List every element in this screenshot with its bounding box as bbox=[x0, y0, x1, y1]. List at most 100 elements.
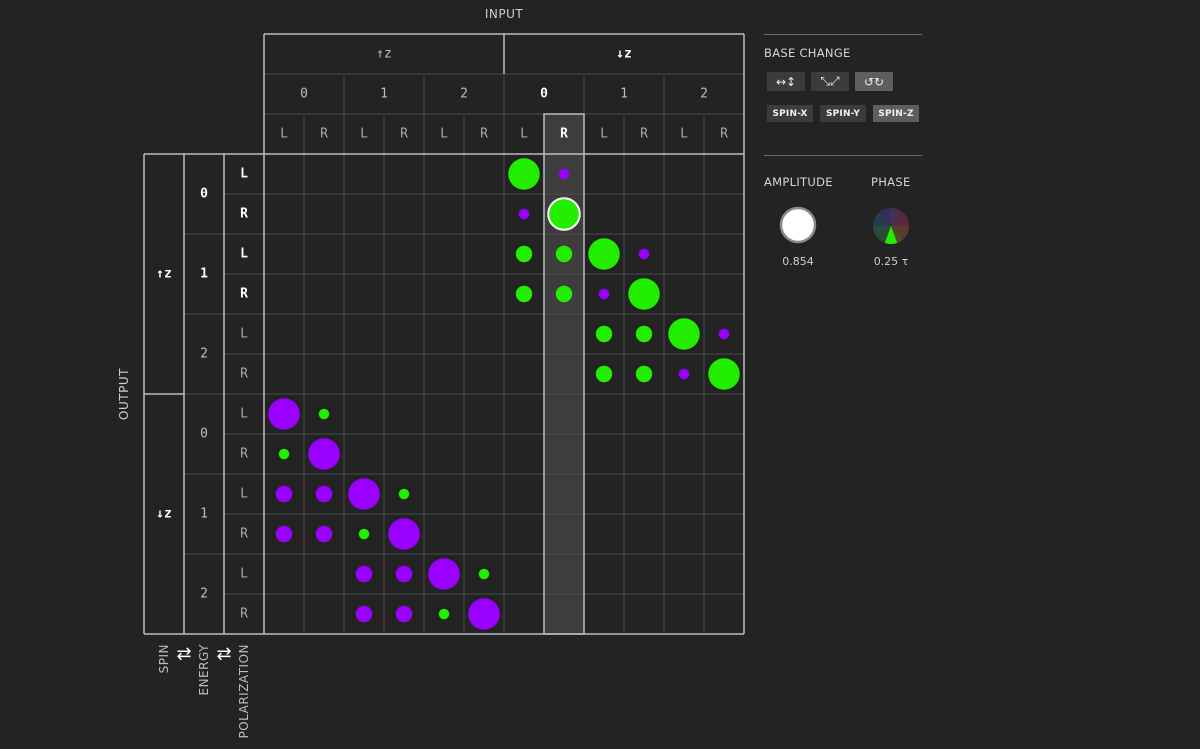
amplitude-dot[interactable] bbox=[595, 365, 613, 383]
spin-z-button[interactable]: SPIN-Z bbox=[873, 105, 919, 122]
amplitude-dot[interactable] bbox=[308, 438, 340, 470]
amplitude-dot[interactable] bbox=[678, 368, 690, 380]
amplitude-dot[interactable] bbox=[668, 318, 700, 350]
amplitude-dot[interactable] bbox=[388, 518, 420, 550]
output-polarization-label: R bbox=[240, 447, 248, 462]
input-energy-label: 0 bbox=[300, 87, 308, 102]
amplitude-dot[interactable] bbox=[358, 528, 370, 540]
output-polarization-label: L bbox=[240, 167, 248, 182]
order-energy-label[interactable]: ENERGY bbox=[197, 644, 211, 696]
amplitude-dot[interactable] bbox=[518, 208, 530, 220]
output-energy-label: 2 bbox=[200, 587, 208, 602]
amplitude-dot[interactable] bbox=[635, 365, 653, 383]
amplitude-dot[interactable] bbox=[318, 408, 330, 420]
circular-icon: ↺↻ bbox=[863, 74, 885, 89]
output-polarization-label: L bbox=[240, 487, 248, 502]
input-spin-label: ↑z bbox=[376, 47, 392, 62]
swap-order-icon[interactable]: ⇄ bbox=[176, 644, 191, 665]
amplitude-dot[interactable] bbox=[268, 398, 300, 430]
diagonal-icon: ⤡⤢ bbox=[820, 74, 840, 88]
order-spin-label[interactable]: SPIN bbox=[157, 644, 171, 673]
amplitude-dot[interactable] bbox=[708, 358, 740, 390]
base-change-title: BASE CHANGE bbox=[764, 46, 851, 60]
amplitude-dot[interactable] bbox=[718, 328, 730, 340]
amplitude-dot[interactable] bbox=[555, 245, 573, 263]
amplitude-dot[interactable] bbox=[355, 565, 373, 583]
output-polarization-label: R bbox=[240, 527, 248, 542]
amplitude-dot[interactable] bbox=[468, 598, 500, 630]
input-polarization-label: L bbox=[680, 127, 688, 142]
amplitude-dot[interactable] bbox=[478, 568, 490, 580]
amplitude-circle bbox=[779, 206, 817, 244]
output-polarization-label: L bbox=[240, 247, 248, 262]
amplitude-dot[interactable] bbox=[278, 448, 290, 460]
output-polarization-label: R bbox=[240, 367, 248, 382]
horizontal-vertical-basis-button[interactable]: ↔↕ bbox=[767, 72, 805, 91]
amplitude-dot[interactable] bbox=[275, 525, 293, 543]
output-energy-label: 1 bbox=[200, 267, 208, 282]
spin-x-button[interactable]: SPIN-X bbox=[767, 105, 813, 122]
spin-y-button[interactable]: SPIN-Y bbox=[820, 105, 866, 122]
swap-order-icon[interactable]: ⇄ bbox=[216, 644, 231, 665]
output-polarization-label: L bbox=[240, 567, 248, 582]
output-energy-label: 2 bbox=[200, 347, 208, 362]
divider bbox=[764, 155, 922, 156]
selected-column-highlight bbox=[544, 114, 584, 634]
output-energy-label: 0 bbox=[200, 187, 208, 202]
input-energy-label: 0 bbox=[540, 87, 548, 102]
amplitude-dot[interactable] bbox=[428, 558, 460, 590]
phase-wheel[interactable] bbox=[871, 206, 911, 246]
amplitude-dot[interactable] bbox=[508, 158, 540, 190]
input-polarization-label: R bbox=[560, 127, 568, 142]
output-energy-label: 1 bbox=[200, 507, 208, 522]
amplitude-dot[interactable] bbox=[635, 325, 653, 343]
output-axis-label: OUTPUT bbox=[117, 368, 131, 420]
amplitude-dot[interactable] bbox=[348, 478, 380, 510]
amplitude-dot[interactable] bbox=[515, 245, 533, 263]
circular-basis-button[interactable]: ↺↻ bbox=[855, 72, 893, 91]
output-spin-label: ↑z bbox=[156, 267, 172, 282]
amplitude-dot[interactable] bbox=[555, 285, 573, 303]
selected-amplitude-dot[interactable] bbox=[547, 197, 581, 231]
input-energy-label: 1 bbox=[380, 87, 388, 102]
amplitude-label: AMPLITUDE bbox=[764, 175, 833, 189]
amplitude-dot[interactable] bbox=[595, 325, 613, 343]
operator-matrix: INPUT OUTPUT ↑z ↑z 0 0 L L R R 1 1 L L R R 2 2 L L R R ↓z ↓z 0… bbox=[117, 7, 745, 739]
amplitude-dot[interactable] bbox=[438, 608, 450, 620]
amplitude-dot[interactable] bbox=[395, 605, 413, 623]
phase-label: PHASE bbox=[871, 175, 911, 189]
diagonal-basis-button[interactable]: ⤡⤢ bbox=[811, 72, 849, 91]
amplitude-dot[interactable] bbox=[588, 238, 620, 270]
horizontal-vertical-icon: ↔↕ bbox=[775, 74, 797, 89]
amplitude-dot[interactable] bbox=[515, 285, 533, 303]
input-polarization-label: R bbox=[720, 127, 728, 142]
amplitude-dot[interactable] bbox=[558, 168, 570, 180]
output-polarization-label: L bbox=[240, 327, 248, 342]
input-polarization-label: L bbox=[520, 127, 528, 142]
amplitude-dot[interactable] bbox=[355, 605, 373, 623]
input-polarization-label: L bbox=[440, 127, 448, 142]
divider bbox=[764, 34, 922, 35]
output-energy-label: 0 bbox=[200, 427, 208, 442]
amplitude-dot[interactable] bbox=[395, 565, 413, 583]
output-polarization-label: L bbox=[240, 407, 248, 422]
amplitude-dot[interactable] bbox=[638, 248, 650, 260]
input-polarization-label: R bbox=[480, 127, 488, 142]
amplitude-dot[interactable] bbox=[315, 485, 333, 503]
input-energy-label: 2 bbox=[460, 87, 468, 102]
amplitude-value: 0.854 bbox=[782, 255, 814, 268]
input-axis-label: INPUT bbox=[485, 7, 524, 21]
output-polarization-label: R bbox=[240, 287, 248, 302]
input-energy-label: 1 bbox=[620, 87, 628, 102]
amplitude-dot[interactable] bbox=[628, 278, 660, 310]
input-polarization-label: L bbox=[280, 127, 288, 142]
phase-value: 0.25 τ bbox=[873, 255, 909, 268]
input-polarization-label: L bbox=[360, 127, 368, 142]
output-spin-label: ↓z bbox=[156, 507, 172, 522]
amplitude-dot[interactable] bbox=[275, 485, 293, 503]
order-polarization-label[interactable]: POLARIZATION bbox=[237, 644, 251, 739]
amplitude-dot[interactable] bbox=[598, 288, 610, 300]
amplitude-dot[interactable] bbox=[398, 488, 410, 500]
amplitude-dot[interactable] bbox=[315, 525, 333, 543]
input-polarization-label: L bbox=[600, 127, 608, 142]
